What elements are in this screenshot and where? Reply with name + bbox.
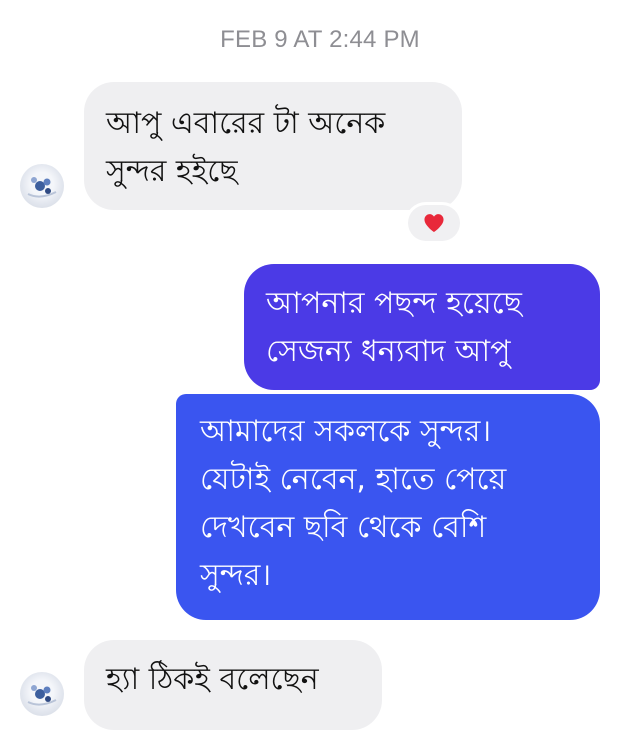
avatar-image-icon	[27, 177, 57, 198]
message-text-line: যেটাই নেবেন, হাতে পেয়ে	[200, 462, 507, 497]
message-bubble-incoming[interactable]: হ্যা ঠিকই বলেছেন	[84, 640, 382, 730]
message-text-line: আপনার পছন্দ হয়েছে	[266, 286, 522, 321]
sender-avatar[interactable]	[20, 164, 64, 208]
message-bubble-outgoing[interactable]: আপনার পছন্দ হয়েছে সেজন্য ধন্যবাদ আপু	[244, 264, 600, 390]
message-text-line: সেজন্য ধন্যবাদ আপু	[266, 334, 511, 369]
heart-icon	[424, 214, 444, 233]
message-text-line: সুন্দর হইছে	[106, 154, 238, 189]
avatar-image-icon	[27, 685, 57, 706]
message-bubble-incoming[interactable]: আপু এবারের টা অনেক সুন্দর হইছে	[84, 82, 462, 210]
message-text-line: হ্যা ঠিকই বলেছেন	[106, 662, 319, 697]
message-text-line: আপু এবারের টা অনেক	[106, 106, 386, 141]
message-timestamp: FEB 9 AT 2:44 PM	[220, 26, 420, 53]
message-text-line: আমাদের সকলকে সুন্দর।	[200, 414, 492, 449]
sender-avatar[interactable]	[20, 672, 64, 716]
message-text-line: দেখবেন ছবি থেকে বেশি	[200, 510, 487, 545]
message-text-line: সুন্দর।	[200, 558, 272, 593]
message-bubble-outgoing[interactable]: আমাদের সকলকে সুন্দর। যেটাই নেবেন, হাতে প…	[176, 394, 600, 620]
reaction-badge[interactable]	[408, 205, 460, 241]
